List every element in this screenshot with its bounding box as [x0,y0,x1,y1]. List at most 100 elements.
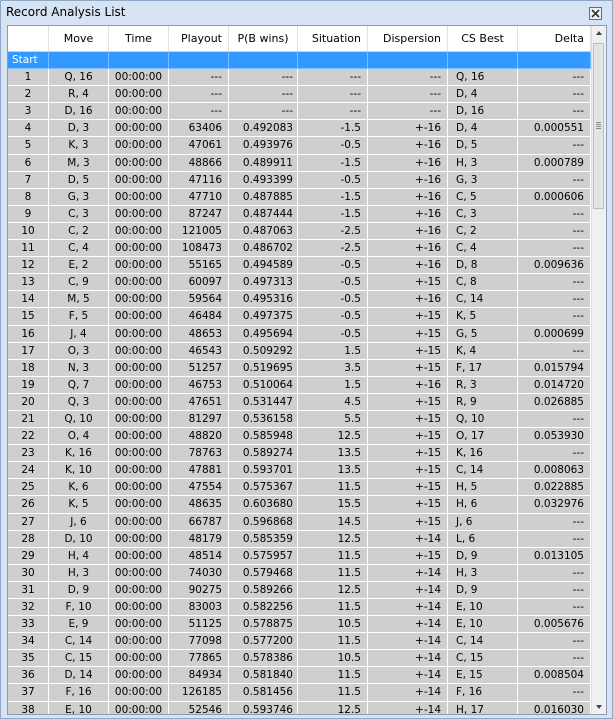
column-header-dispersion[interactable]: Dispersion [368,26,448,51]
cell-time: 00:00:00 [109,69,169,87]
table-row[interactable]: 31 D, 9 00:00:00 90275 0.589266 12.5 +-14 D, 9-… [8,581,591,599]
table-row[interactable]: 24 K, 10 00:00:00 47881 0.593701 13.5 +-15 C, 1… [8,462,591,480]
table-row[interactable]: 11 C, 4 00:00:00 108473 0.486702 -2.5 +-16 C, 4… [8,240,591,258]
cell-row-index: 7 [8,171,49,189]
table-row[interactable]: 34 C, 14 00:00:00 77098 0.577200 11.5 +-14 C, 1… [8,633,591,651]
cell-move: J, 6 [49,513,109,531]
cell-move: K, 5 [49,496,109,514]
cell-dispersion: +-16 [368,222,448,241]
table-row[interactable]: 1 Q, 16 00:00:00 --- --- --- --- Q, 16 --- [8,69,591,87]
cell-row-index: 13 [8,274,49,292]
cell-cs-best: D, 9 [448,547,518,565]
cell-time: 00:00:00 [109,564,169,582]
table-row[interactable]: 30 H, 3 00:00:00 74030 0.579468 11.5 +-14 H, 3-… [8,564,591,582]
cell-pbwins: 0.495694 [229,325,298,343]
table-row[interactable]: 36 D, 14 00:00:00 84934 0.581840 11.5 +-14 E, 1… [8,667,591,685]
table-row[interactable]: 10 C, 2 00:00:00 121005 0.487063 -2.5 +-16 C, 2… [8,222,591,241]
table-row[interactable]: 27 J, 6 00:00:00 66787 0.596868 14.5 +-15 J, 6-… [8,513,591,531]
table-row[interactable]: 26 K, 5 00:00:00 48635 0.603680 15.5 +-15 H, 60… [8,496,591,514]
cell-pbwins: 0.582256 [229,599,298,617]
column-header-situation[interactable]: Situation [298,26,368,51]
cell-row-index: 27 [8,513,49,531]
table-row[interactable]: 23 K, 16 00:00:00 78763 0.589274 13.5 +-15 K, 1… [8,445,591,463]
table-row[interactable]: 38 E, 10 00:00:00 52546 0.593746 12.5 +-14 H, 1… [8,701,591,714]
cell-cs-best: C, 2 [448,222,518,241]
table-row[interactable]: 15 F, 5 00:00:00 46484 0.497375 -0.5 +-15 K, 5-… [8,308,591,326]
cell-pbwins: 0.510064 [229,376,298,394]
table-row[interactable]: 7 D, 5 00:00:00 47116 0.493399 -0.5 +-16 G, 3 --… [8,171,591,189]
cell-playout: 59564 [169,291,229,309]
cell-pbwins: 0.519695 [229,359,298,377]
cell-move: O, 3 [49,342,109,360]
cell-cs-best: C, 14 [448,291,518,309]
cell-cs-best: D, 9 [448,581,518,599]
table-row[interactable]: 28 D, 10 00:00:00 48179 0.585359 12.5 +-14 L, 6… [8,530,591,548]
cell-pbwins: 0.493976 [229,137,298,155]
table-row[interactable]: 19 Q, 7 00:00:00 46753 0.510064 1.5 +-16 R, 3 0.… [8,376,591,394]
table-row-start[interactable]: Start [8,52,591,70]
cell-dispersion: +-16 [368,120,448,138]
cell-cs-best: D, 8 [448,257,518,275]
column-header-time[interactable]: Time [109,26,169,51]
cell-row-index: 38 [8,701,49,714]
cell-delta: --- [518,684,591,702]
table-row[interactable]: 6 M, 3 00:00:00 48866 0.489911 -1.5 +-16 H, 3 0.… [8,154,591,172]
table-row[interactable]: 9 C, 3 00:00:00 87247 0.487444 -1.5 +-16 C, 3 --… [8,205,591,223]
table-row[interactable]: 17 O, 3 00:00:00 46543 0.509292 1.5 +-15 K, 4 --… [8,342,591,360]
cell-pbwins: 0.493399 [229,171,298,189]
table-row[interactable]: 22 O, 4 00:00:00 48820 0.585948 12.5 +-15 O, 17… [8,428,591,446]
cell-pbwins: 0.492083 [229,120,298,138]
cell-row-index: 30 [8,564,49,582]
cell-time: 00:00:00 [109,240,169,258]
table-row[interactable]: 32 F, 10 00:00:00 83003 0.582256 11.5 +-14 E, 1… [8,599,591,617]
column-header-move[interactable]: Move [49,26,109,51]
column-header-pbwins[interactable]: P(B wins) [229,26,298,51]
cell-playout: 48866 [169,154,229,172]
cell-time: 00:00:00 [109,445,169,463]
table-row[interactable]: 14 M, 5 00:00:00 59564 0.495316 -0.5 +-16 C, 14… [8,291,591,309]
table-row[interactable]: 16 J, 4 00:00:00 48653 0.495694 -0.5 +-15 G, 50… [8,325,591,343]
table-row[interactable]: 3 D, 16 00:00:00 --- --- --- --- D, 16 --- [8,103,591,121]
cell-pbwins: 0.497375 [229,308,298,326]
close-button[interactable] [589,7,602,20]
table-row[interactable]: 33 E, 9 00:00:00 51125 0.578875 10.5 +-14 E, 10… [8,616,591,634]
cell-cs-best: K, 5 [448,308,518,326]
column-header-index[interactable] [8,26,49,51]
scroll-up-button[interactable] [592,26,606,41]
cell-move: D, 9 [49,581,109,599]
title-bar[interactable]: Record Analysis List [1,1,612,23]
cell-delta: --- [518,69,591,87]
table-row[interactable]: 29 H, 4 00:00:00 48514 0.575957 11.5 +-15 D, 90… [8,547,591,565]
cell-playout: 48820 [169,428,229,446]
vertical-scrollbar[interactable] [591,26,606,714]
table-row[interactable]: 2 R, 4 00:00:00 --- --- --- --- D, 4 --- [8,86,591,104]
scroll-down-button[interactable] [592,699,606,714]
table-row[interactable]: 8 G, 3 00:00:00 47710 0.487885 -1.5 +-16 C, 5 0.… [8,188,591,206]
scroll-thumb[interactable] [593,43,604,209]
cell-situation: 1.5 [298,376,368,394]
cell-playout: 46543 [169,342,229,360]
table-row[interactable]: 13 C, 9 00:00:00 60097 0.497313 -0.5 +-15 C, 8-… [8,274,591,292]
column-header-playout[interactable]: Playout [169,26,229,51]
cell-move: K, 3 [49,137,109,155]
column-header-cs-best[interactable]: CS Best [448,26,518,51]
cell-playout: 48179 [169,530,229,548]
table-row[interactable]: 37 F, 16 00:00:00 126185 0.581456 11.5 +-14 F, … [8,684,591,702]
table-row[interactable]: 21 Q, 10 00:00:00 81297 0.536158 5.5 +-15 Q, 10… [8,410,591,429]
cell-cs-best: D, 5 [448,137,518,155]
cell-time: 00:00:00 [109,86,169,104]
cell-move: D, 16 [49,103,109,121]
column-header-delta[interactable]: Delta [518,26,591,51]
table-cell [49,52,109,70]
table-row[interactable]: 4 D, 3 00:00:00 63406 0.492083 -1.5 +-16 D, 4 0.… [8,120,591,138]
table-row[interactable]: 20 Q, 3 00:00:00 47651 0.531447 4.5 +-15 R, 9 0.… [8,393,591,411]
table-row[interactable]: 5 K, 3 00:00:00 47061 0.493976 -0.5 +-16 D, 5 --… [8,137,591,155]
table-row[interactable]: 25 K, 6 00:00:00 47554 0.575367 11.5 +-15 H, 50… [8,479,591,497]
table-row[interactable]: 35 C, 15 00:00:00 77865 0.578386 10.5 +-14 C, 1… [8,650,591,668]
table-row[interactable]: 18 N, 3 00:00:00 51257 0.519695 3.5 +-15 F, 17 0… [8,359,591,377]
table-row[interactable]: 12 E, 2 00:00:00 55165 0.494589 -0.5 +-16 D, 80… [8,257,591,275]
cell-situation: -0.5 [298,171,368,189]
cell-dispersion: +-16 [368,137,448,155]
cell-time: 00:00:00 [109,291,169,309]
cell-delta: 0.008504 [518,667,591,685]
